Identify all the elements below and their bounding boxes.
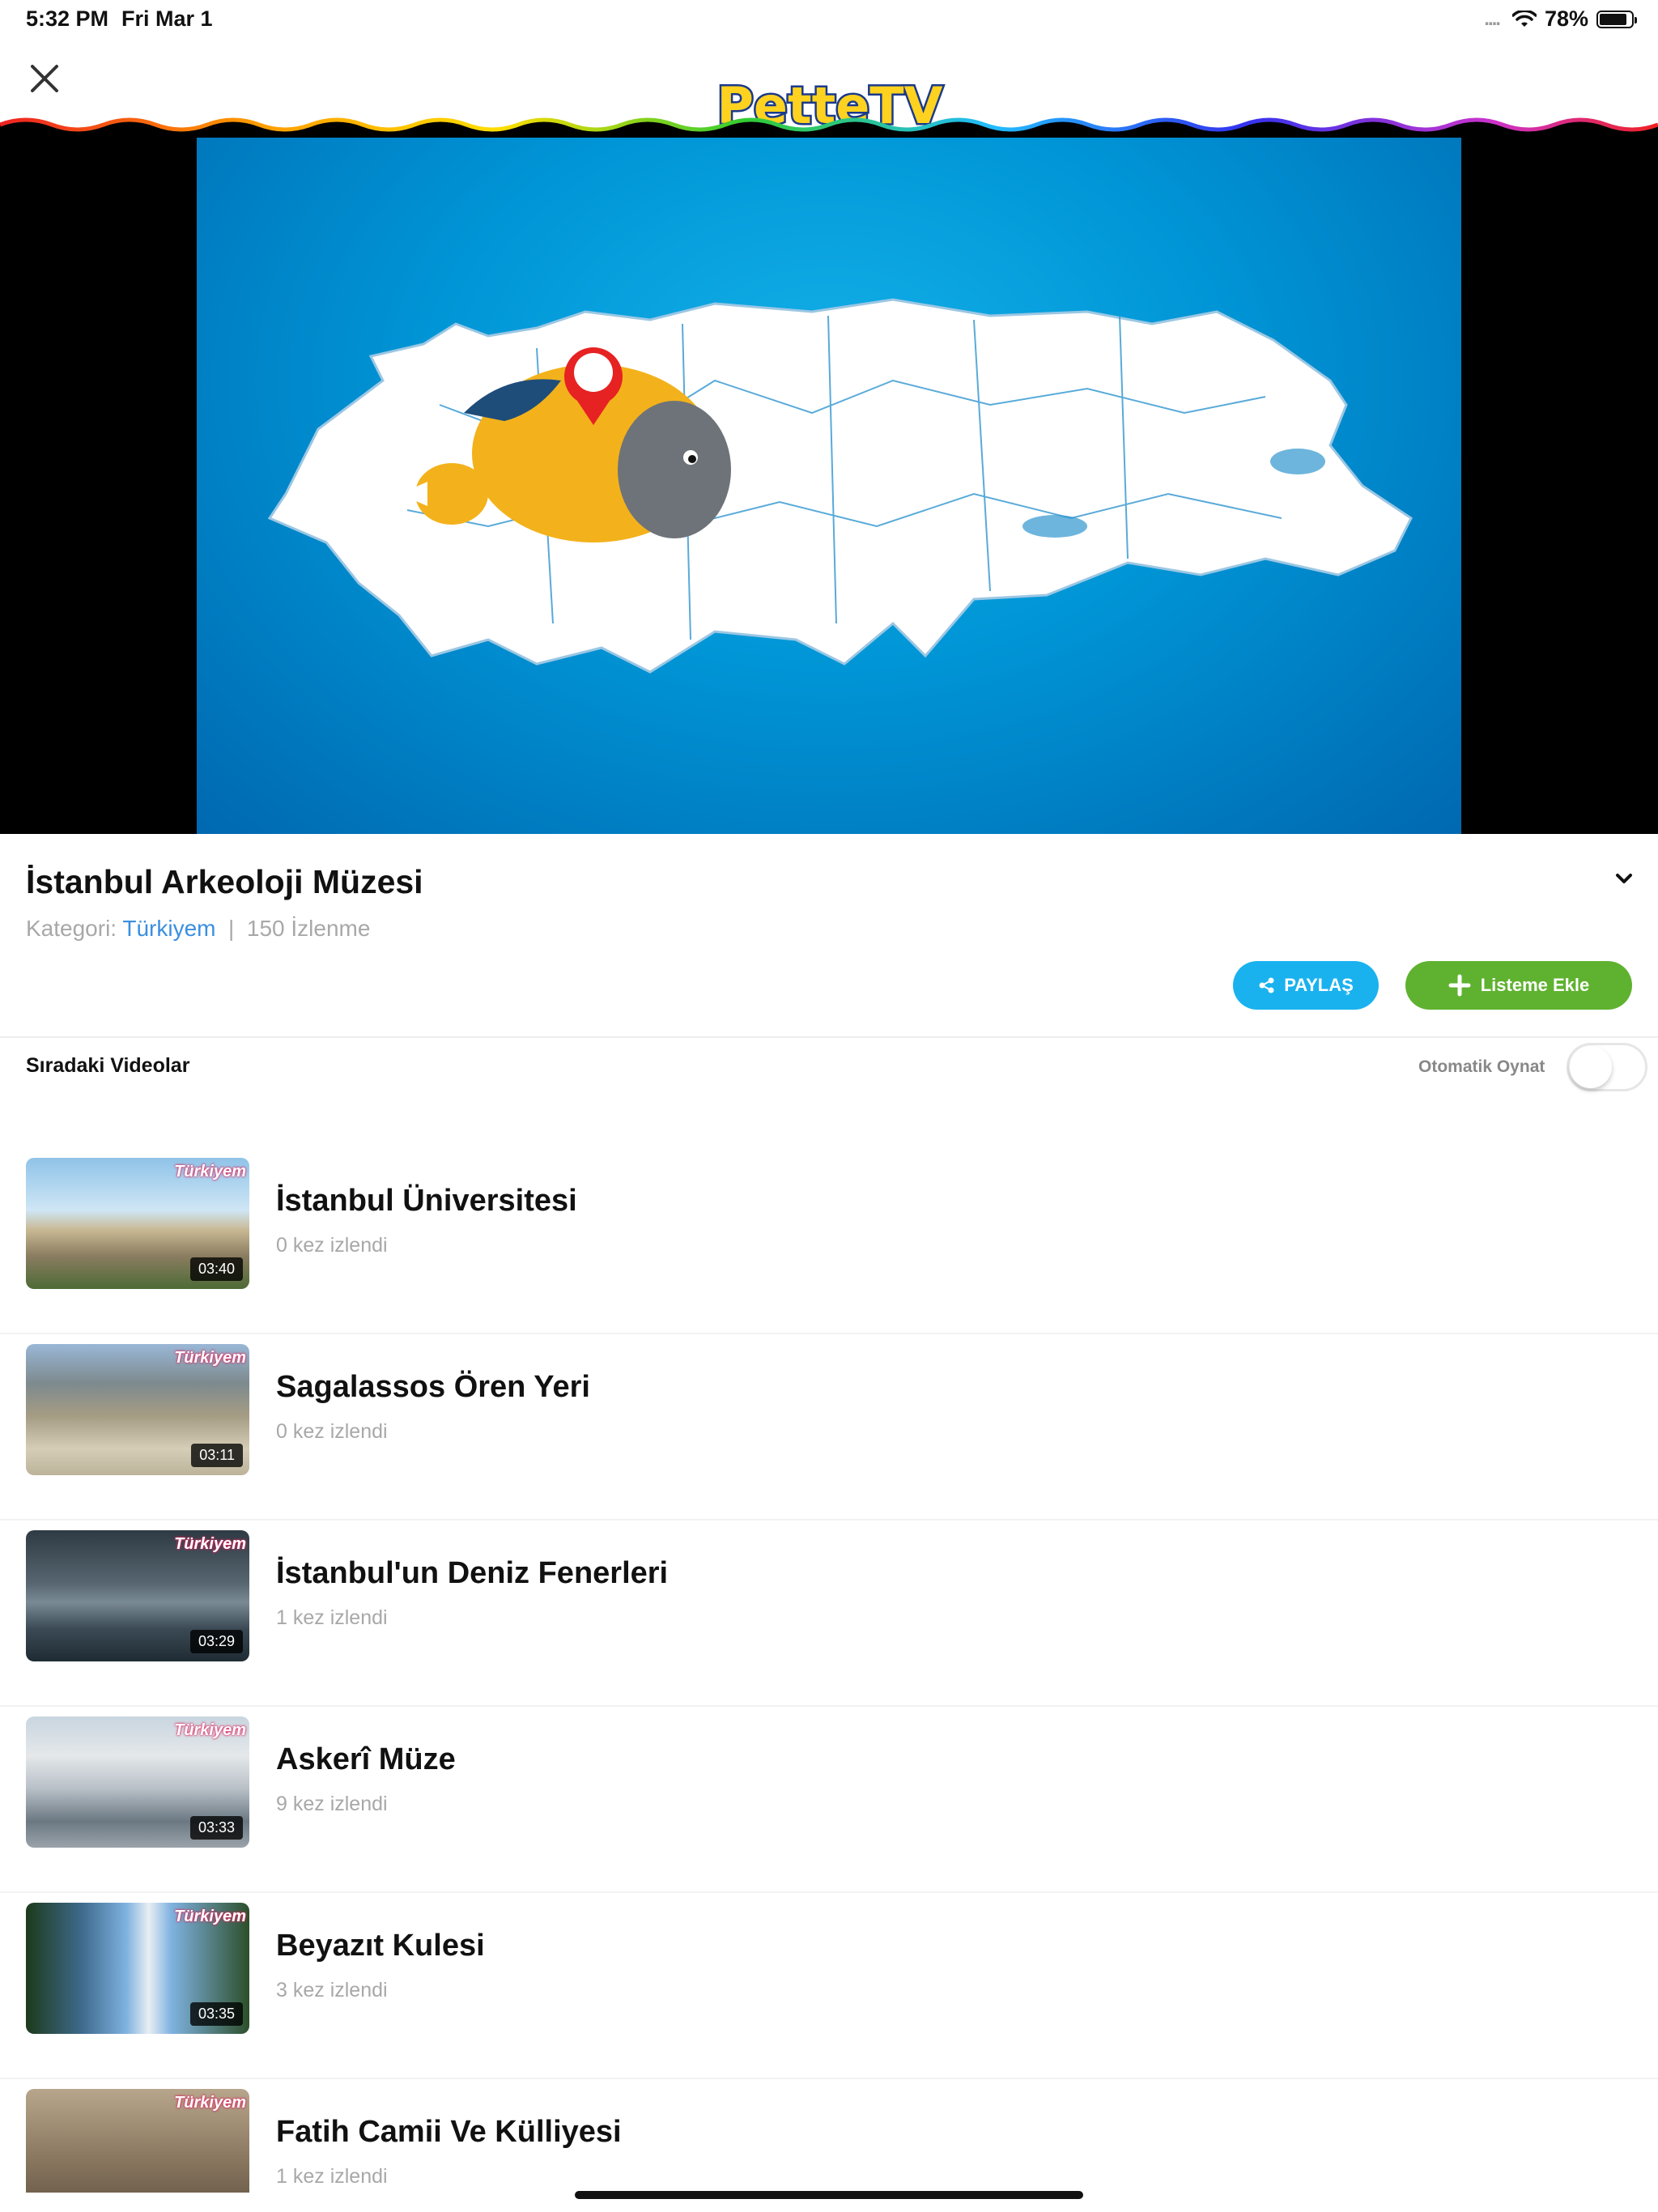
item-title: Askerî Müze xyxy=(276,1742,456,1776)
video-thumbnail[interactable]: Türkiyem 03:35 xyxy=(26,1903,249,2034)
battery-icon xyxy=(1596,10,1637,28)
duration-badge: 03:35 xyxy=(189,2002,243,2026)
thumbnail-tag: Türkiyem xyxy=(174,1721,246,1739)
cellular-signal-icon: .... xyxy=(1484,7,1501,30)
up-next-heading: Sıradaki Videolar xyxy=(26,1054,190,1077)
video-thumbnail[interactable]: Türkiyem 03:11 xyxy=(26,1344,249,1475)
battery-percent: 78% xyxy=(1544,6,1588,31)
home-indicator[interactable] xyxy=(575,2191,1083,2199)
thumbnail-tag: Türkiyem xyxy=(174,1349,246,1367)
list-item[interactable]: Türkiyem 03:11 Sagalassos Ören Yeri 0 ke… xyxy=(0,1334,1658,1521)
duration-badge: 03:11 xyxy=(191,1444,243,1467)
item-views: 0 kez izlendi xyxy=(276,1420,388,1443)
item-title: İstanbul'un Deniz Fenerleri xyxy=(276,1556,669,1590)
share-icon xyxy=(1259,977,1274,993)
status-time: 5:32 PM xyxy=(26,6,109,31)
item-views: 1 kez izlendi xyxy=(276,1606,388,1629)
list-item[interactable]: Türkiyem 03:35 Beyazıt Kulesi 3 kez izle… xyxy=(0,1893,1658,2079)
item-title: Fatih Camii Ve Külliyesi xyxy=(276,2115,622,2149)
autoplay-label: Otomatik Oynat xyxy=(1418,1057,1545,1076)
status-bar: 5:32 PM Fri Mar 1 .... 78% xyxy=(0,0,1658,39)
thumbnail-tag: Türkiyem xyxy=(174,1535,246,1553)
video-frame[interactable] xyxy=(197,138,1461,834)
up-next-list: Türkiyem 03:40 İstanbul Üniversitesi 0 k… xyxy=(0,1148,1658,2193)
autoplay-toggle[interactable] xyxy=(1567,1043,1647,1091)
video-title: İstanbul Arkeoloji Müzesi xyxy=(26,863,423,900)
item-views: 0 kez izlendi xyxy=(276,1234,388,1257)
video-thumbnail[interactable]: Türkiyem 03:29 xyxy=(26,1530,249,1661)
thumbnail-tag: Türkiyem xyxy=(174,2094,246,2112)
category-label: Kategori: xyxy=(26,916,117,941)
list-item[interactable]: Türkiyem 03:29 İstanbul'un Deniz Fenerle… xyxy=(0,1521,1658,1707)
section-divider xyxy=(0,1036,1658,1038)
status-date: Fri Mar 1 xyxy=(121,6,213,31)
video-info: İstanbul Arkeoloji Müzesi Kategori: Türk… xyxy=(26,863,423,942)
share-label: PAYLAŞ xyxy=(1284,975,1354,995)
duration-badge: 03:29 xyxy=(189,1630,243,1653)
video-thumbnail[interactable]: Türkiyem 03:33 xyxy=(26,1716,249,1848)
list-item[interactable]: Türkiyem 03:40 İstanbul Üniversitesi 0 k… xyxy=(0,1148,1658,1334)
duration-badge: 03:40 xyxy=(189,1257,243,1281)
add-to-list-button[interactable]: Listeme Ekle xyxy=(1405,961,1632,1010)
video-thumbnail[interactable]: Türkiyem 03:40 xyxy=(26,1158,249,1289)
plus-icon xyxy=(1448,974,1471,997)
close-icon[interactable] xyxy=(24,58,65,99)
list-item[interactable]: Türkiyem 03:33 Askerî Müze 9 kez izlendi xyxy=(0,1707,1658,1893)
video-player[interactable] xyxy=(0,138,1658,834)
toggle-knob xyxy=(1570,1046,1612,1088)
share-button[interactable]: PAYLAŞ xyxy=(1233,961,1379,1010)
rainbow-wave-divider xyxy=(0,117,1658,138)
item-title: Beyazıt Kulesi xyxy=(276,1929,485,1963)
video-thumbnail[interactable]: Türkiyem xyxy=(26,2089,249,2193)
video-meta: Kategori: Türkiyem | 150 İzlenme xyxy=(26,916,423,942)
chevron-down-icon[interactable] xyxy=(1611,866,1637,892)
meta-separator: | xyxy=(228,916,235,941)
status-right: .... 78% xyxy=(1484,6,1637,32)
item-title: Sagalassos Ören Yeri xyxy=(276,1370,590,1404)
category-link[interactable]: Türkiyem xyxy=(122,916,215,941)
item-title: İstanbul Üniversitesi xyxy=(276,1184,577,1218)
item-views: 3 kez izlendi xyxy=(276,1979,388,2001)
item-views: 1 kez izlendi xyxy=(276,2165,388,2188)
thumbnail-tag: Türkiyem xyxy=(174,1163,246,1180)
duration-badge: 03:33 xyxy=(189,1816,243,1840)
view-count: 150 İzlenme xyxy=(246,916,371,941)
wifi-icon xyxy=(1511,10,1537,27)
add-to-list-label: Listeme Ekle xyxy=(1480,975,1590,995)
item-views: 9 kez izlendi xyxy=(276,1793,388,1815)
turkey-map-illustration xyxy=(267,298,1413,674)
thumbnail-tag: Türkiyem xyxy=(174,1908,246,1925)
list-item[interactable]: Türkiyem Fatih Camii Ve Külliyesi 1 kez … xyxy=(0,2079,1658,2193)
